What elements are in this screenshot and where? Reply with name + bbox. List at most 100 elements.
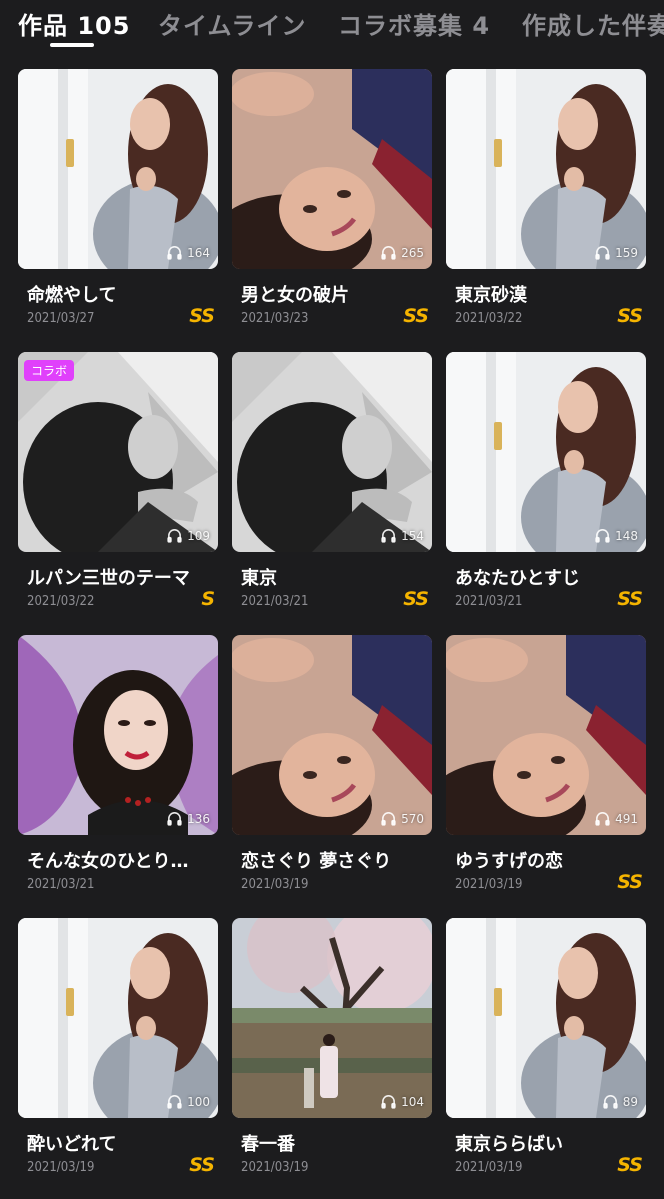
headphones-icon — [166, 527, 183, 544]
thumbnail-photo — [446, 918, 646, 1118]
thumbnail-photo — [446, 69, 646, 269]
score-grade-badge: SS — [617, 305, 643, 327]
play-count-value: 491 — [615, 811, 638, 826]
work-title[interactable]: 恋さぐり 夢さぐり — [241, 847, 431, 873]
work-thumbnail[interactable]: 265 — [232, 69, 432, 269]
headphones-icon — [166, 1093, 183, 1110]
headphones-icon — [166, 244, 183, 261]
play-count-value: 109 — [187, 528, 210, 543]
work-card[interactable]: 491 ゆうすげの恋 2021/03/19 SS — [446, 635, 646, 900]
work-thumbnail[interactable]: 570 — [232, 635, 432, 835]
work-thumbnail[interactable]: 491 — [446, 635, 646, 835]
play-count-value: 265 — [401, 245, 424, 260]
play-count: 570 — [380, 810, 424, 827]
work-date: 2021/03/21 — [455, 594, 523, 609]
headphones-icon — [594, 527, 611, 544]
work-title[interactable]: あなたひとすじ — [455, 564, 645, 590]
work-title[interactable]: 男と女の破片 — [241, 281, 431, 307]
play-count: 148 — [594, 527, 638, 544]
play-count: 89 — [602, 1093, 638, 1110]
headphones-icon — [380, 1093, 397, 1110]
tab-collab-recruiting[interactable]: コラボ募集 4 — [338, 6, 490, 41]
headphones-icon — [594, 810, 611, 827]
work-date: 2021/03/27 — [27, 311, 95, 326]
work-card[interactable]: 136 そんな女のひとり… 2021/03/21 — [18, 635, 218, 900]
work-thumbnail[interactable]: 148 — [446, 352, 646, 552]
work-thumbnail[interactable]: 164 — [18, 69, 218, 269]
play-count: 154 — [380, 527, 424, 544]
work-title[interactable]: 東京ららばい — [455, 1130, 645, 1156]
active-tab-indicator — [50, 43, 94, 47]
tab-created-accompaniment[interactable]: 作成した伴奏 — [522, 6, 664, 41]
score-grade-badge: SS — [403, 588, 429, 610]
play-count-value: 104 — [401, 1094, 424, 1109]
play-count-value: 148 — [615, 528, 638, 543]
play-count: 104 — [380, 1093, 424, 1110]
work-date: 2021/03/21 — [241, 594, 309, 609]
score-grade-badge: SS — [189, 305, 215, 327]
thumbnail-photo — [446, 352, 646, 552]
work-title[interactable]: 命燃やして — [27, 281, 217, 307]
headphones-icon — [380, 527, 397, 544]
work-card[interactable]: 89 東京ららばい 2021/03/19 SS — [446, 918, 646, 1183]
headphones-icon — [380, 244, 397, 261]
work-thumbnail[interactable]: 89 — [446, 918, 646, 1118]
play-count: 491 — [594, 810, 638, 827]
work-thumbnail[interactable]: 104 — [232, 918, 432, 1118]
score-grade-badge: SS — [403, 305, 429, 327]
play-count-value: 159 — [615, 245, 638, 260]
work-title[interactable]: 東京 — [241, 564, 431, 590]
thumbnail-photo — [18, 918, 218, 1118]
work-date: 2021/03/19 — [455, 1160, 523, 1175]
work-card[interactable]: 104 春一番 2021/03/19 — [232, 918, 432, 1183]
thumbnail-photo — [232, 69, 432, 269]
work-title[interactable]: ルパン三世のテーマ — [27, 564, 217, 590]
work-thumbnail[interactable]: 136 — [18, 635, 218, 835]
thumbnail-photo — [232, 352, 432, 552]
headphones-icon — [602, 1093, 619, 1110]
work-title[interactable]: 酔いどれて — [27, 1130, 217, 1156]
tab-timeline[interactable]: タイムライン — [158, 6, 306, 41]
work-date: 2021/03/22 — [455, 311, 523, 326]
work-card[interactable]: 570 恋さぐり 夢さぐり 2021/03/19 — [232, 635, 432, 900]
score-grade-badge: SS — [617, 871, 643, 893]
work-thumbnail[interactable]: 100 — [18, 918, 218, 1118]
work-card[interactable]: 148 あなたひとすじ 2021/03/21 SS — [446, 352, 646, 617]
work-card[interactable]: 159 東京砂漠 2021/03/22 SS — [446, 69, 646, 334]
work-date: 2021/03/19 — [241, 1160, 309, 1175]
play-count-value: 136 — [187, 811, 210, 826]
play-count: 109 — [166, 527, 210, 544]
score-grade-badge: SS — [617, 1154, 643, 1176]
work-title[interactable]: 東京砂漠 — [455, 281, 645, 307]
thumbnail-photo — [18, 69, 218, 269]
work-card[interactable]: 100 酔いどれて 2021/03/19 SS — [18, 918, 218, 1183]
score-grade-badge: S — [201, 588, 215, 610]
work-card[interactable]: 154 東京 2021/03/21 SS — [232, 352, 432, 617]
score-grade-badge: SS — [189, 1154, 215, 1176]
play-count-value: 164 — [187, 245, 210, 260]
play-count-value: 154 — [401, 528, 424, 543]
play-count-value: 100 — [187, 1094, 210, 1109]
work-date: 2021/03/19 — [241, 877, 309, 892]
play-count-value: 570 — [401, 811, 424, 826]
work-card[interactable]: コラボ 109 ルパン三世のテーマ 2021/03/22 S — [18, 352, 218, 617]
play-count: 164 — [166, 244, 210, 261]
work-title[interactable]: ゆうすげの恋 — [455, 847, 645, 873]
thumbnail-photo — [232, 918, 432, 1118]
play-count: 265 — [380, 244, 424, 261]
work-title[interactable]: 春一番 — [241, 1130, 431, 1156]
work-date: 2021/03/19 — [455, 877, 523, 892]
work-thumbnail[interactable]: コラボ 109 — [18, 352, 218, 552]
thumbnail-photo — [446, 635, 646, 835]
tab-works[interactable]: 作品 105 — [18, 6, 130, 41]
work-card[interactable]: 164 命燃やして 2021/03/27 SS — [18, 69, 218, 334]
work-title[interactable]: そんな女のひとり… — [27, 847, 217, 873]
score-grade-badge: SS — [617, 588, 643, 610]
work-date: 2021/03/19 — [27, 1160, 95, 1175]
headphones-icon — [594, 244, 611, 261]
thumbnail-photo — [18, 352, 218, 552]
work-thumbnail[interactable]: 154 — [232, 352, 432, 552]
work-thumbnail[interactable]: 159 — [446, 69, 646, 269]
headphones-icon — [166, 810, 183, 827]
work-card[interactable]: 265 男と女の破片 2021/03/23 SS — [232, 69, 432, 334]
